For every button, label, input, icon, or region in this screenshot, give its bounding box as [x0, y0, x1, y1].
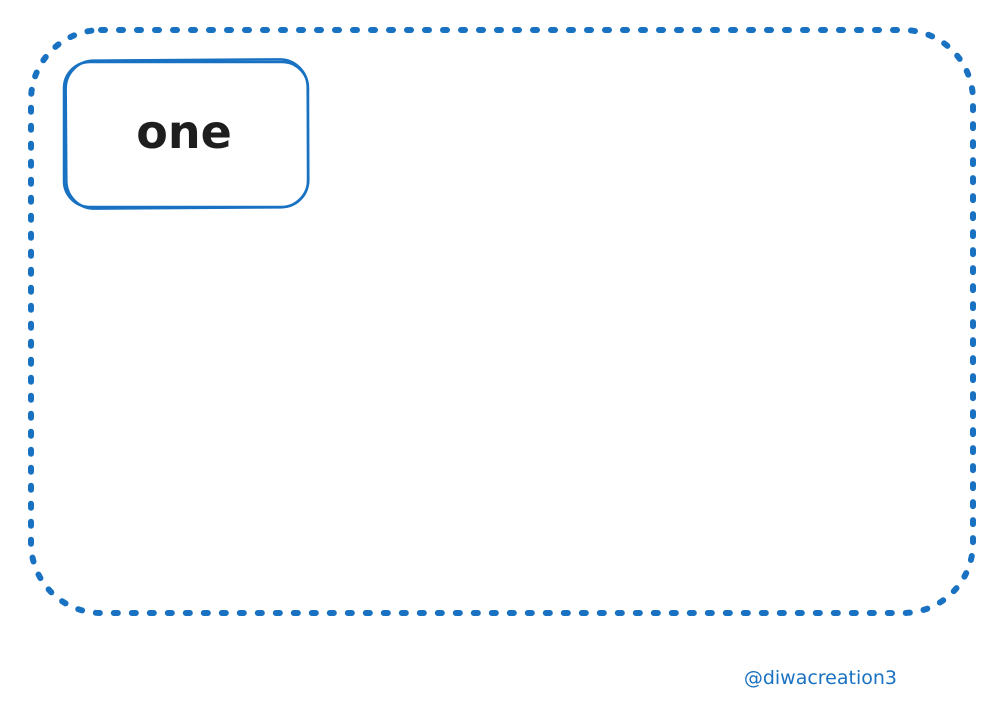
box-one-label: one — [136, 105, 232, 159]
box-one: one — [62, 58, 310, 210]
credit-text: @diwacreation3 — [744, 667, 897, 689]
diagram-canvas: one @diwacreation3 — [28, 27, 976, 689]
